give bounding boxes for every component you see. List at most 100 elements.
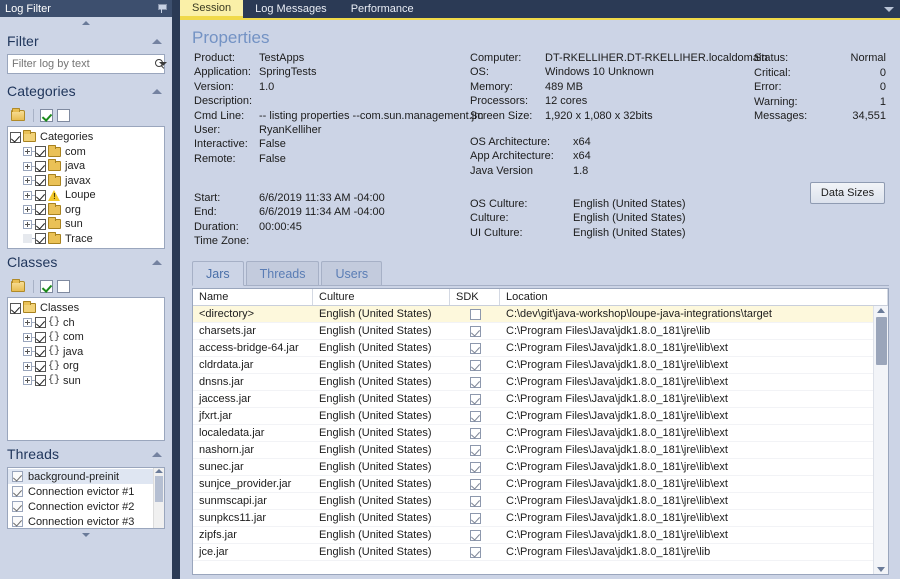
panel-scroll-up-button[interactable] (0, 17, 172, 28)
scrollbar-thumb[interactable] (155, 476, 163, 502)
tab-performance[interactable]: Performance (339, 0, 426, 18)
tree-row[interactable]: org (8, 202, 164, 218)
table-row[interactable]: sunjce_provider.jar English (United State… (193, 476, 873, 493)
table-row[interactable]: jaccess.jar English (United States) C:\Pro… (193, 391, 873, 408)
table-row[interactable]: localedata.jar English (United States) C:\… (193, 425, 873, 442)
panel-scroll-down-button[interactable] (7, 529, 165, 541)
column-header-culture[interactable]: Culture (313, 289, 450, 305)
tree-checkbox[interactable] (35, 346, 46, 358)
tree-checkbox[interactable] (35, 218, 46, 230)
tab-jars[interactable]: Jars (192, 261, 244, 286)
table-scrollbar[interactable] (873, 306, 888, 574)
tree-checkbox[interactable] (10, 131, 21, 143)
collapse-classes-icon[interactable] (152, 259, 162, 265)
cell-sdk[interactable] (450, 308, 500, 320)
sdk-checkbox[interactable] (469, 359, 481, 371)
uncheck-all-icon[interactable] (57, 108, 70, 122)
table-row[interactable]: cldrdata.jar English (United States) C:\Pr… (193, 357, 873, 374)
table-row[interactable]: nashorn.jar English (United States) C:\Pro… (193, 442, 873, 459)
folder-icon[interactable] (10, 278, 27, 294)
thread-checkbox[interactable] (12, 486, 23, 497)
filter-section-header[interactable]: Filter (7, 28, 165, 54)
tree-checkbox[interactable] (35, 204, 46, 216)
column-header-name[interactable]: Name (193, 289, 313, 305)
cell-sdk[interactable] (450, 359, 500, 371)
table-row[interactable]: sunpkcs11.jar English (United States) C:\P… (193, 510, 873, 527)
table-row[interactable]: sunmscapi.jar English (United States) C:\P… (193, 493, 873, 510)
tab-session[interactable]: Session (180, 0, 244, 18)
cell-sdk[interactable] (450, 478, 500, 490)
expand-icon[interactable] (23, 332, 32, 342)
thread-checkbox[interactable] (12, 471, 23, 482)
tree-checkbox[interactable] (35, 189, 46, 201)
table-row[interactable]: <directory> English (United States) C:\dev… (193, 306, 873, 323)
tree-checkbox[interactable] (35, 360, 46, 372)
expand-icon[interactable] (23, 361, 32, 371)
tab-users[interactable]: Users (321, 261, 383, 285)
cell-sdk[interactable] (450, 410, 500, 422)
tree-checkbox[interactable] (10, 302, 21, 314)
tree-row[interactable]: {} ch (8, 316, 164, 331)
tree-row[interactable]: Loupe (8, 188, 164, 203)
column-header-sdk[interactable]: SDK (450, 289, 500, 305)
collapse-categories-icon[interactable] (152, 88, 162, 94)
table-row[interactable]: dnsns.jar English (United States) C:\Progr… (193, 374, 873, 391)
thread-list-item[interactable]: background-preinit (8, 469, 153, 484)
thread-list-item[interactable]: Connection evictor #1 (8, 484, 153, 499)
filter-search-box[interactable] (7, 54, 167, 74)
tree-checkbox[interactable] (35, 375, 46, 387)
sdk-checkbox[interactable] (469, 342, 481, 354)
table-row[interactable]: zipfs.jar English (United States) C:\Progr… (193, 527, 873, 544)
tree-row[interactable]: {} com (8, 330, 164, 345)
column-header-location[interactable]: Location (500, 289, 888, 305)
table-row[interactable]: charsets.jar English (United States) C:\Pr… (193, 323, 873, 340)
tab-threads[interactable]: Threads (245, 261, 320, 285)
scrollbar-track[interactable] (875, 313, 887, 567)
classes-tree[interactable]: Classes {} ch{} com{} java{} org{} sun (7, 297, 165, 441)
expand-icon[interactable] (23, 161, 32, 171)
tree-checkbox[interactable] (35, 317, 46, 329)
expand-icon[interactable] (23, 347, 32, 357)
expand-icon[interactable] (23, 205, 32, 215)
expand-icon[interactable] (23, 219, 32, 229)
tree-checkbox[interactable] (35, 175, 46, 187)
search-input[interactable] (12, 58, 154, 70)
classes-section-header[interactable]: Classes (7, 249, 165, 275)
threads-scrollbar[interactable] (153, 468, 164, 528)
cell-sdk[interactable] (450, 495, 500, 507)
data-sizes-button[interactable]: Data Sizes (810, 182, 885, 204)
sdk-checkbox[interactable] (469, 512, 481, 524)
tree-row[interactable]: javax (8, 173, 164, 189)
sdk-checkbox[interactable] (469, 308, 481, 320)
sdk-checkbox[interactable] (469, 529, 481, 541)
sdk-checkbox[interactable] (469, 546, 481, 558)
sdk-checkbox[interactable] (469, 444, 481, 456)
sdk-checkbox[interactable] (469, 478, 481, 490)
thread-checkbox[interactable] (12, 516, 23, 527)
threads-section-header[interactable]: Threads (7, 441, 165, 467)
tree-row[interactable]: java (8, 159, 164, 174)
thread-list-item[interactable]: Connection evictor #3 (8, 514, 153, 528)
cell-sdk[interactable] (450, 529, 500, 541)
folder-icon[interactable] (10, 107, 27, 123)
cell-sdk[interactable] (450, 325, 500, 337)
sdk-checkbox[interactable] (469, 393, 481, 405)
tree-row[interactable]: {} java (8, 345, 164, 360)
sdk-checkbox[interactable] (469, 376, 481, 388)
uncheck-all-icon[interactable] (57, 279, 70, 293)
thread-checkbox[interactable] (12, 501, 23, 512)
expand-icon[interactable] (23, 190, 32, 200)
cell-sdk[interactable] (450, 393, 500, 405)
tree-checkbox[interactable] (35, 160, 46, 172)
sdk-checkbox[interactable] (469, 325, 481, 337)
tree-row[interactable]: {} sun (8, 374, 164, 389)
tree-checkbox[interactable] (35, 146, 46, 158)
tree-row-root[interactable]: Classes (8, 301, 164, 316)
categories-tree[interactable]: Categories com javajavax Loupeorg sunTrace (7, 126, 165, 249)
cell-sdk[interactable] (450, 546, 500, 558)
expand-icon[interactable] (23, 176, 32, 186)
table-row[interactable]: jfxrt.jar English (United States) C:\Progr… (193, 408, 873, 425)
table-row[interactable]: access-bridge-64.jar English (United Stat… (193, 340, 873, 357)
tree-row[interactable]: sun (8, 217, 164, 232)
collapse-filter-icon[interactable] (152, 38, 162, 44)
